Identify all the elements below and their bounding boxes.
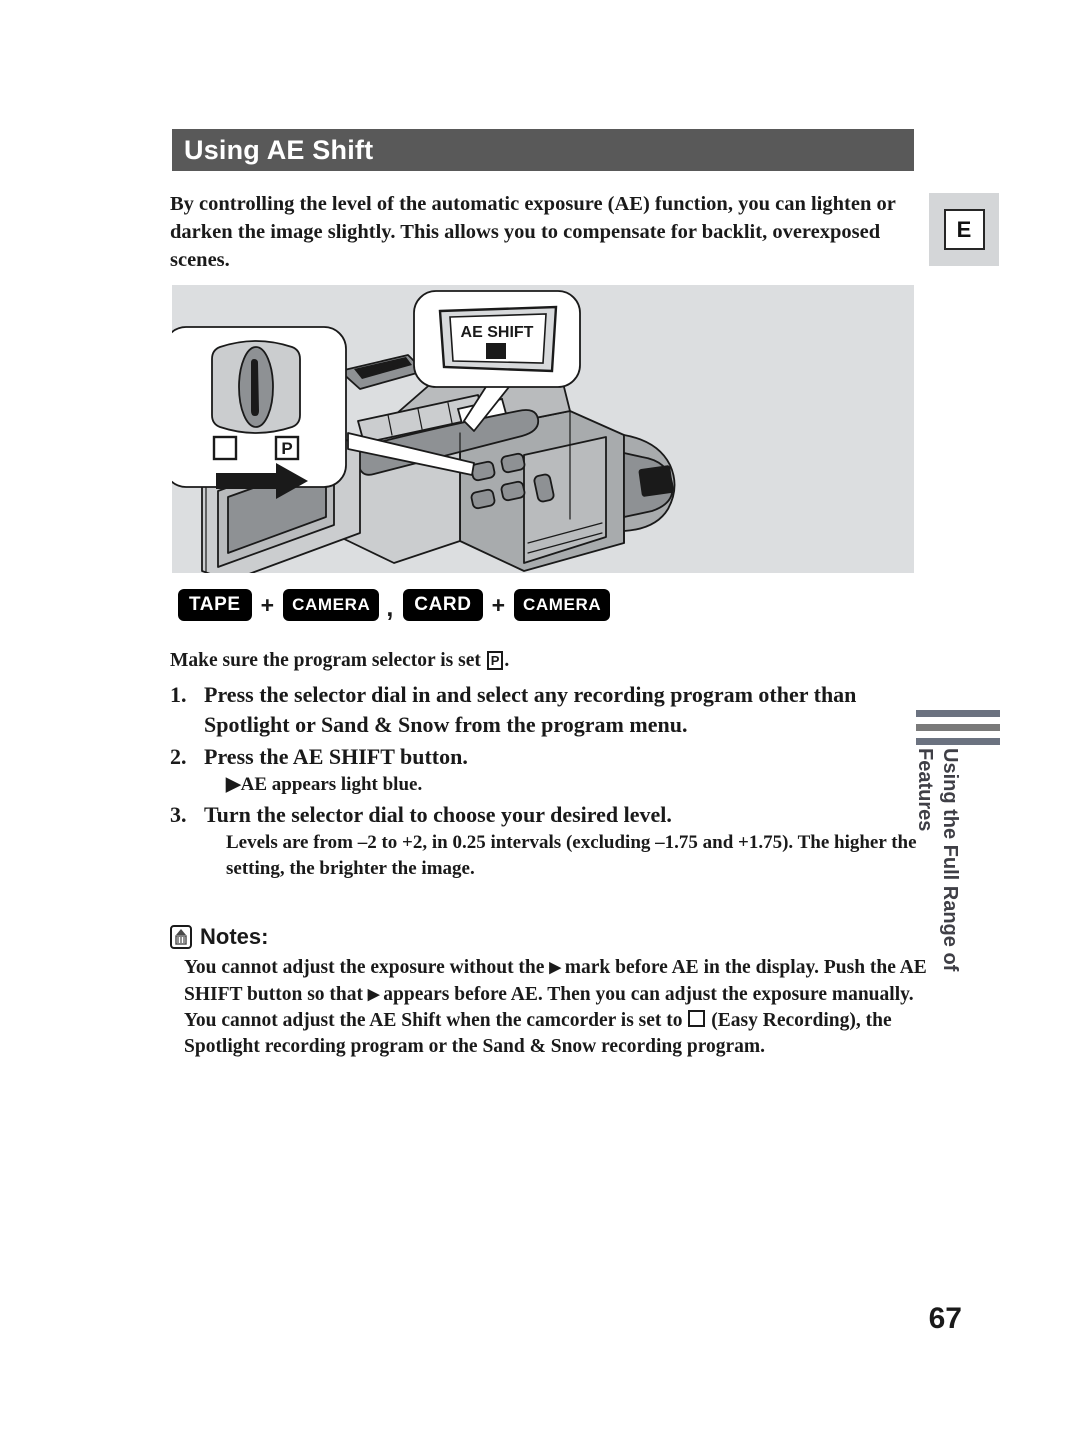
badge-camera-1: CAMERA — [283, 589, 380, 621]
camcorder-illustration: .ln { fill:none; stroke:#1a1a1a; stroke-… — [172, 290, 676, 573]
plus-sign-1: + — [260, 591, 275, 618]
step-number: 3. — [170, 802, 187, 827]
triangle-marker-icon-2: ▶ — [367, 986, 380, 1003]
step-number: 2. — [170, 744, 187, 769]
precheck-line: Make sure the program selector is set P. — [170, 648, 930, 674]
side-bar-1 — [916, 710, 1000, 717]
separator-comma: , — [386, 594, 394, 622]
side-running-head: Using the Full Range of Features — [908, 710, 1000, 971]
edge-tab-letter: E — [943, 209, 985, 250]
side-running-head-label: Using the Full Range of Features — [914, 748, 961, 972]
side-bar-3 — [916, 738, 1000, 745]
program-selector-p-icon: P — [486, 651, 504, 670]
note-text-1c: appears before AE. Then you can adjust t… — [378, 983, 914, 1005]
precheck-text-after: . — [504, 650, 510, 671]
badge-tape: TAPE — [178, 589, 252, 621]
edge-tab-marker: E — [929, 193, 999, 266]
step-item: 3. Turn the selector dial to choose your… — [170, 800, 938, 882]
manual-page: Using AE Shift By controlling the level … — [0, 0, 1080, 1443]
badge-camera-2: CAMERA — [514, 589, 611, 621]
illustration-panel: .ln { fill:none; stroke:#1a1a1a; stroke-… — [172, 285, 914, 573]
step-item: 1. Press the selector dial in and select… — [170, 680, 938, 740]
step-detail: Levels are from –2 to +2, in 0.25 interv… — [226, 832, 917, 879]
plus-sign-2: + — [491, 591, 506, 618]
notes-body: You cannot adjust the exposure without t… — [170, 955, 940, 1059]
step-subnote: ▶AE appears light blue. — [226, 774, 423, 795]
side-bars — [916, 710, 1000, 752]
badge-card: CARD — [403, 589, 483, 621]
note-memo-icon — [170, 925, 192, 949]
page-title: Using AE Shift — [184, 134, 374, 165]
step-number: 1. — [170, 682, 187, 707]
svg-text:P: P — [281, 439, 292, 458]
notes-title: Notes: — [200, 924, 269, 949]
note-item: You cannot adjust the AE Shift when the … — [184, 1008, 940, 1059]
step-text: Press the selector dial in and select an… — [204, 682, 857, 737]
instruction-steps: 1. Press the selector dial in and select… — [170, 680, 938, 884]
easy-recording-box-icon — [688, 1010, 706, 1027]
triangle-marker-icon: ▶ — [549, 960, 561, 976]
intro-paragraph: By controlling the level of the automati… — [170, 193, 896, 271]
section-header: Using AE Shift — [172, 129, 914, 171]
notes-header: Notes: — [170, 925, 940, 949]
page-number: 67 — [928, 1302, 962, 1335]
ae-shift-label: AE SHIFT — [461, 324, 534, 341]
side-bar-2 — [916, 724, 1000, 731]
step-text: Turn the selector dial to choose your de… — [204, 802, 672, 827]
step-text: Press the AE SHIFT button. — [204, 744, 468, 769]
notes-section: Notes: You cannot adjust the exposure wi… — [170, 925, 940, 1059]
mode-badge-row: TAPE + CAMERA , CARD + CAMERA — [178, 589, 611, 622]
precheck-text-before: Make sure the program selector is set — [170, 650, 486, 671]
note-text-2a: You cannot adjust the AE Shift when the … — [184, 1010, 688, 1031]
note-text-1a: You cannot adjust the exposure without t… — [184, 957, 550, 978]
step-item: 2. Press the AE SHIFT button. ▶AE appear… — [170, 742, 938, 798]
note-item: You cannot adjust the exposure without t… — [184, 955, 940, 1008]
